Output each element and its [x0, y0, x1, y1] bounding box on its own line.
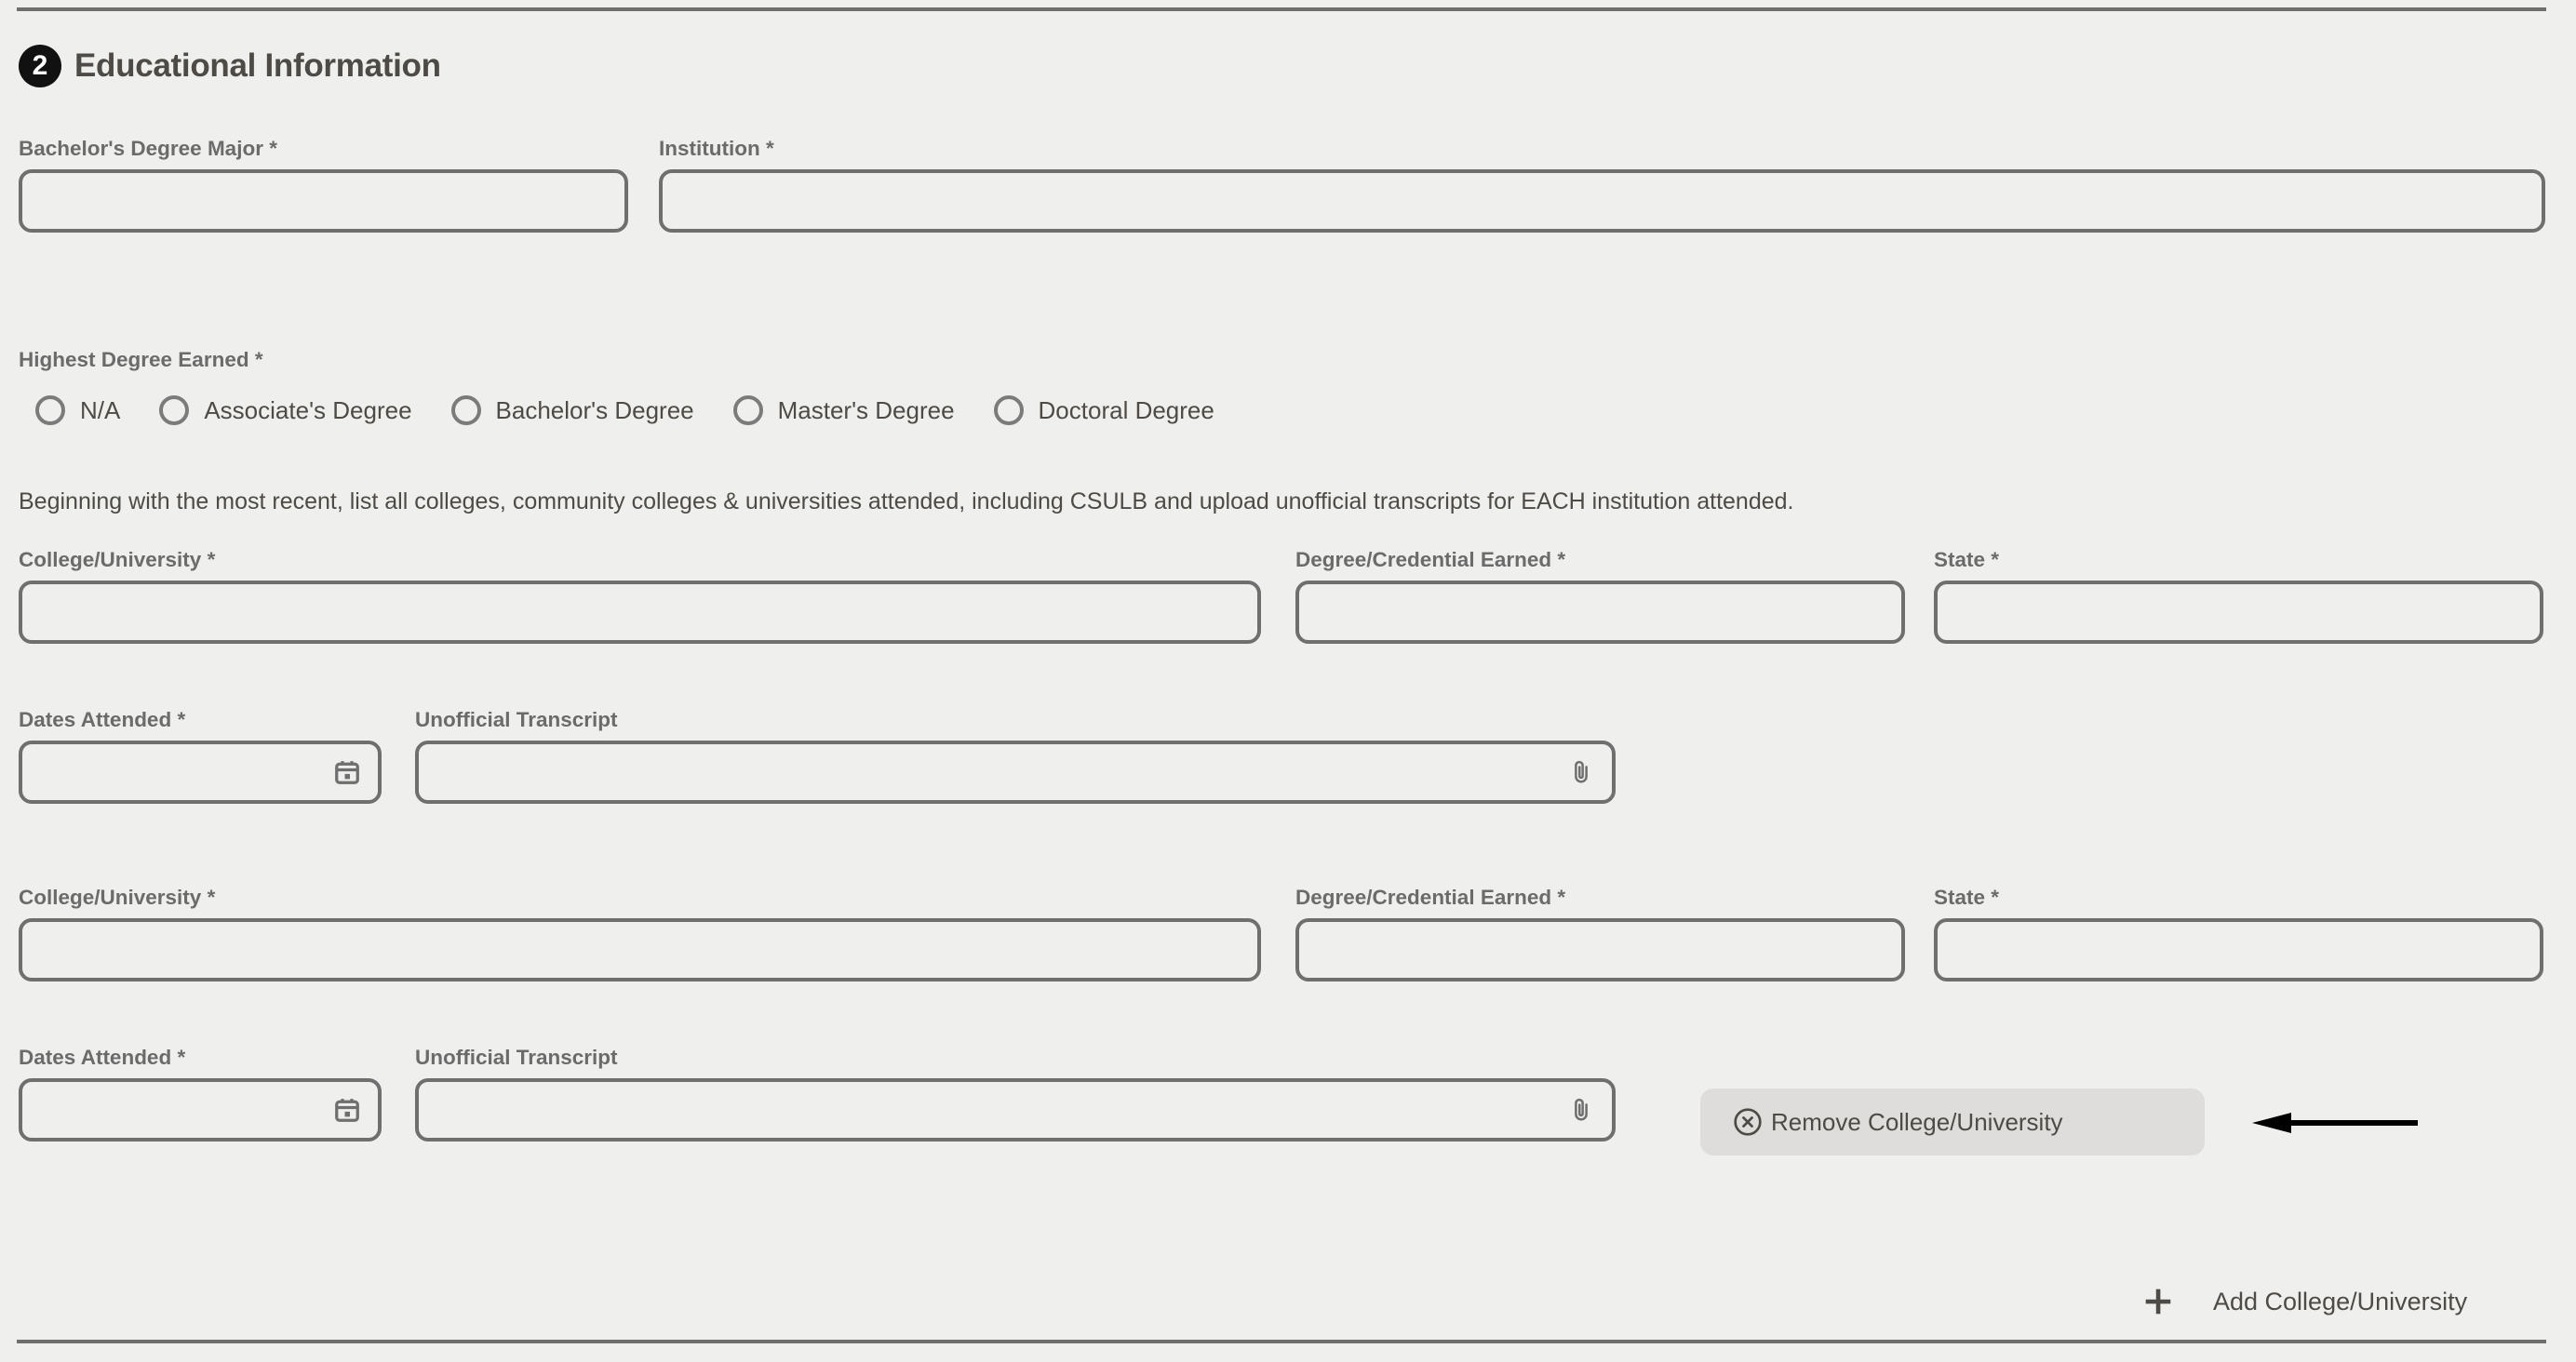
paperclip-icon[interactable]	[1567, 1096, 1595, 1124]
input-degree-credential-2[interactable]	[1295, 917, 1905, 981]
field-degree-credential-2: Degree/Credential Earned *	[1295, 886, 1905, 981]
add-college-university-button[interactable]: Add College/University	[2140, 1284, 2467, 1319]
remove-college-university-label: Remove College/University	[1771, 1107, 2063, 1136]
input-dates-attended-1[interactable]	[19, 740, 382, 804]
field-dates-attended-1: Dates Attended *	[19, 708, 382, 804]
input-institution[interactable]	[659, 168, 2545, 233]
input-state-1[interactable]	[1934, 580, 2543, 644]
label-unofficial-transcript-1: Unofficial Transcript	[415, 708, 618, 731]
field-bachelors-degree-major: Bachelor's Degree Major *	[19, 137, 628, 233]
radio-circle-icon	[732, 395, 763, 425]
section-header: 2 Educational Information	[19, 45, 441, 87]
label-degree-credential-2: Degree/Credential Earned *	[1295, 886, 1566, 909]
input-college-university-1[interactable]	[19, 580, 1261, 644]
radio-option-masters-degree[interactable]: Master's Degree	[732, 395, 955, 425]
field-dates-attended-2: Dates Attended *	[19, 1046, 382, 1142]
calendar-icon[interactable]	[333, 1096, 361, 1124]
radio-option-bachelors-degree[interactable]: Bachelor's Degree	[450, 395, 694, 425]
education-form-section: 2 Educational Information Bachelor's Deg…	[0, 0, 2576, 1362]
radio-circle-icon	[993, 395, 1024, 425]
field-institution: Institution *	[659, 137, 2545, 233]
radio-circle-icon	[159, 395, 190, 425]
radio-circle-icon	[35, 395, 65, 425]
radio-label-associates-degree: Associate's Degree	[204, 395, 412, 424]
field-unofficial-transcript-1: Unofficial Transcript	[415, 708, 1616, 804]
radio-option-na[interactable]: N/A	[35, 395, 120, 425]
field-state-2: State *	[1934, 886, 2543, 981]
page-title: Educational Information	[74, 47, 441, 84]
paperclip-icon[interactable]	[1567, 758, 1595, 786]
field-college-university-2: College/University *	[19, 886, 1261, 981]
label-bachelors-degree-major: Bachelor's Degree Major *	[19, 137, 277, 160]
label-dates-attended-1: Dates Attended *	[19, 708, 186, 731]
radio-option-associates-degree[interactable]: Associate's Degree	[159, 395, 412, 425]
calendar-icon[interactable]	[333, 758, 361, 786]
radio-circle-icon	[450, 395, 481, 425]
input-unofficial-transcript-2[interactable]	[415, 1077, 1616, 1142]
label-unofficial-transcript-2: Unofficial Transcript	[415, 1046, 618, 1069]
plus-icon	[2140, 1284, 2176, 1319]
input-bachelors-degree-major[interactable]	[19, 168, 628, 233]
input-state-2[interactable]	[1934, 917, 2543, 981]
radio-label-doctoral-degree: Doctoral Degree	[1038, 395, 1214, 424]
radio-label-bachelors-degree: Bachelor's Degree	[495, 395, 694, 424]
label-college-university-2: College/University *	[19, 886, 216, 909]
instruction-text: Beginning with the most recent, list all…	[19, 488, 1794, 514]
step-number-badge: 2	[19, 45, 61, 87]
label-state-1: State *	[1934, 548, 2000, 571]
left-arrow-annotation	[2252, 1113, 2418, 1133]
label-state-2: State *	[1934, 886, 2000, 909]
close-circle-icon	[1732, 1106, 1764, 1138]
label-dates-attended-2: Dates Attended *	[19, 1046, 186, 1069]
radio-label-masters-degree: Master's Degree	[777, 395, 955, 424]
label-institution: Institution *	[659, 137, 774, 160]
section-top-divider	[17, 7, 2546, 11]
label-degree-credential-1: Degree/Credential Earned *	[1295, 548, 1566, 571]
field-college-university-1: College/University *	[19, 548, 1261, 644]
field-unofficial-transcript-2: Unofficial Transcript	[415, 1046, 1616, 1142]
label-college-university-1: College/University *	[19, 548, 216, 571]
label-highest-degree-earned: Highest Degree Earned *	[19, 348, 263, 371]
section-bottom-divider	[17, 1340, 2546, 1343]
radio-option-doctoral-degree[interactable]: Doctoral Degree	[993, 395, 1214, 425]
input-dates-attended-2[interactable]	[19, 1077, 382, 1142]
radio-label-na: N/A	[80, 395, 121, 424]
add-college-university-label: Add College/University	[2213, 1287, 2468, 1315]
field-degree-credential-1: Degree/Credential Earned *	[1295, 548, 1905, 644]
field-state-1: State *	[1934, 548, 2543, 644]
input-college-university-2[interactable]	[19, 917, 1261, 981]
radio-group-highest-degree: N/A Associate's Degree Bachelor's Degree…	[35, 395, 1254, 425]
input-unofficial-transcript-1[interactable]	[415, 740, 1616, 804]
input-degree-credential-1[interactable]	[1295, 580, 1905, 644]
remove-college-university-button[interactable]: Remove College/University	[1700, 1088, 2205, 1155]
